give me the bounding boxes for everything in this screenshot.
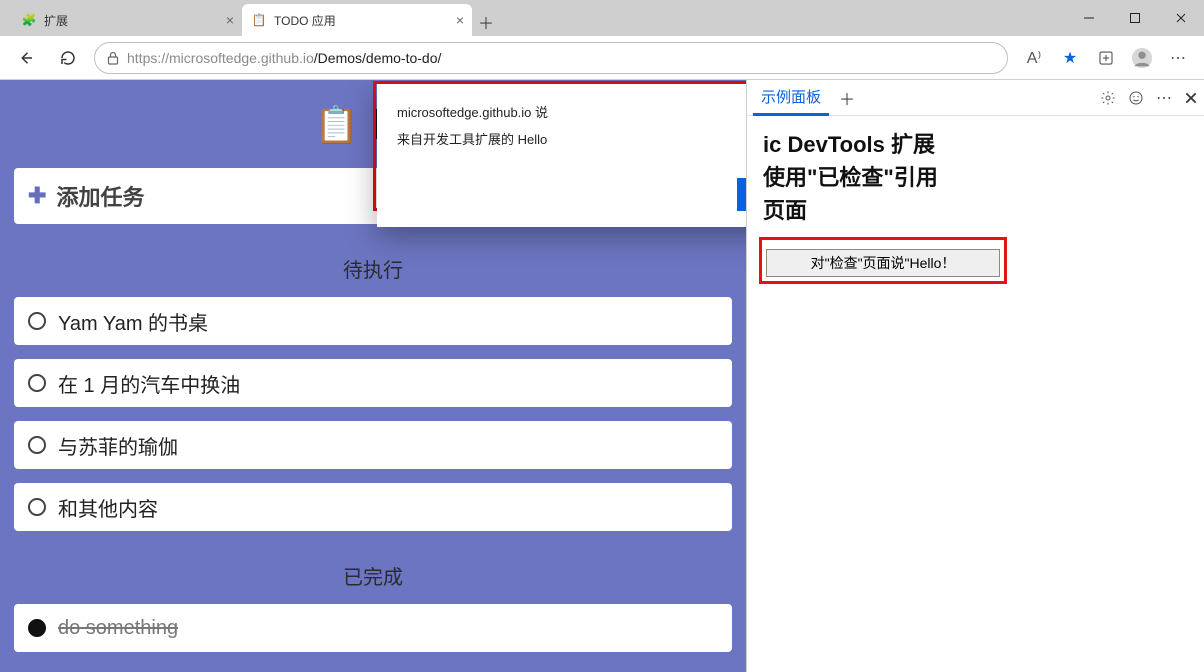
tab-label: 扩展 — [44, 12, 68, 29]
browser-titlebar: 🧩 扩展 × 📋 TODO 应用 × ＋ — [0, 0, 1204, 36]
plus-icon: ✚ — [28, 183, 46, 209]
feedback-icon[interactable] — [1128, 90, 1144, 106]
devtools-toolbar-right: ⋯ — [1100, 80, 1198, 116]
devtools-body: ic DevTools 扩展 使用"已检查"引用 页面 对"检查"页面说"Hel… — [747, 116, 1204, 296]
maximize-button[interactable] — [1112, 0, 1158, 36]
task-text: 与苏菲的瑜伽 — [58, 431, 178, 460]
refresh-button[interactable] — [52, 42, 84, 74]
clipboard-icon: 📋 — [314, 104, 359, 146]
devtools-heading-line2: 使用"已检查"引用 — [763, 161, 1188, 194]
task-item[interactable]: 和其他内容 — [14, 483, 732, 531]
task-text: 在 1 月的汽车中换油 — [58, 369, 240, 398]
task-item[interactable]: Yam Yam 的书桌 — [14, 297, 732, 345]
task-text: Yam Yam 的书桌 — [58, 307, 208, 336]
favorite-button[interactable]: ★ — [1054, 42, 1086, 74]
collections-button[interactable] — [1090, 42, 1122, 74]
clipboard-icon: 📋 — [252, 13, 266, 27]
puzzle-icon: 🧩 — [22, 13, 36, 27]
devtools-add-tab-button[interactable]: ＋ — [835, 86, 859, 110]
devtools-tab-sample-panel[interactable]: 示例面板 — [753, 80, 829, 116]
checkbox-icon[interactable] — [28, 436, 46, 454]
new-tab-button[interactable]: ＋ — [472, 8, 500, 36]
close-icon[interactable]: × — [226, 12, 234, 28]
address-bar: https://microsoftedge.github.io/Demos/de… — [0, 36, 1204, 80]
alert-message: 来自开发工具扩展的 Hello — [397, 129, 746, 148]
devtools-heading-line3: 页面 — [763, 194, 1188, 227]
alert-ok-button[interactable]: 确定 — [737, 178, 746, 211]
task-item[interactable]: 在 1 月的汽车中换油 — [14, 359, 732, 407]
close-window-button[interactable] — [1158, 0, 1204, 36]
checkbox-icon[interactable] — [28, 312, 46, 330]
settings-icon[interactable] — [1100, 90, 1116, 106]
toolbar-right: A⁾ ★ ⋯ — [1018, 42, 1194, 74]
add-task-label: 添加任务 — [56, 180, 144, 212]
alert-title: microsoftedge.github.io 说 — [397, 102, 746, 121]
checkbox-icon[interactable] — [28, 498, 46, 516]
devtools-tab-label: 示例面板 — [761, 86, 821, 107]
more-button[interactable]: ⋯ — [1162, 42, 1194, 74]
annotation-highlight: 对"检查"页面说"Hello！ — [759, 237, 1007, 284]
close-icon[interactable]: × — [456, 12, 464, 28]
profile-button[interactable] — [1126, 42, 1158, 74]
close-devtools-button[interactable] — [1184, 91, 1198, 105]
browser-tab-extensions[interactable]: 🧩 扩展 × — [12, 4, 242, 36]
minimize-button[interactable] — [1066, 0, 1112, 36]
devtools-tabbar: 示例面板 ＋ ⋯ — [747, 80, 1204, 116]
more-icon[interactable]: ⋯ — [1156, 88, 1172, 108]
say-hello-button[interactable]: 对"检查"页面说"Hello！ — [766, 249, 1000, 277]
content-split: 📋 My ✚ 添加任务 待执行 Yam Yam 的书桌 在 1 月的汽车中换油 — [0, 80, 1204, 672]
devtools-pane: 示例面板 ＋ ⋯ ic DevTools 扩展 使用"已检查"引用 页面 — [746, 80, 1204, 672]
alert-dialog: microsoftedge.github.io 说 来自开发工具扩展的 Hell… — [377, 84, 746, 227]
back-button[interactable] — [10, 42, 42, 74]
task-text: 和其他内容 — [58, 493, 158, 522]
task-item[interactable]: 与苏菲的瑜伽 — [14, 421, 732, 469]
page-pane: 📋 My ✚ 添加任务 待执行 Yam Yam 的书桌 在 1 月的汽车中换油 — [0, 80, 746, 672]
window-controls — [1066, 0, 1204, 36]
url-host: https://microsoftedge.github.io/Demos/de… — [127, 50, 441, 66]
url-field[interactable]: https://microsoftedge.github.io/Demos/de… — [94, 42, 1008, 74]
task-item-done[interactable]: do something — [14, 604, 732, 652]
browser-tab-todo[interactable]: 📋 TODO 应用 × — [242, 4, 472, 36]
task-text: do something — [58, 617, 178, 640]
checkbox-checked-icon[interactable] — [28, 619, 46, 637]
section-done-heading: 已完成 — [14, 561, 732, 590]
checkbox-icon[interactable] — [28, 374, 46, 392]
tab-label: TODO 应用 — [274, 12, 336, 29]
lock-icon — [107, 51, 119, 65]
section-pending-heading: 待执行 — [14, 254, 732, 283]
read-aloud-button[interactable]: A⁾ — [1018, 42, 1050, 74]
devtools-heading-line1: ic DevTools 扩展 — [763, 128, 1188, 161]
